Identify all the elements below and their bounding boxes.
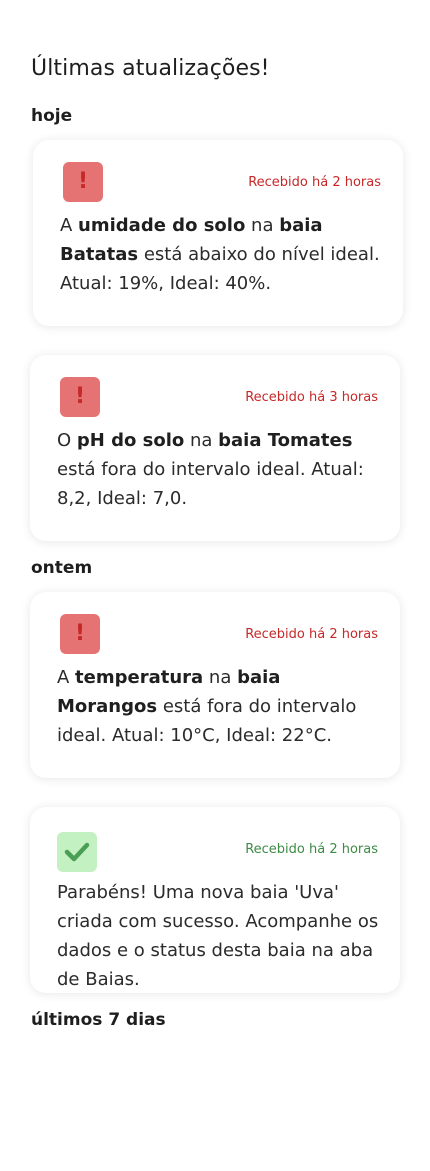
notification-card[interactable]: ! Recebido há 2 horas A temperatura na b… [30, 592, 400, 778]
notification-card[interactable]: ! Recebido há 3 horas O pH do solo na ba… [30, 355, 400, 541]
alert-badge: ! [60, 377, 100, 417]
notification-message: O pH do solo na baia Tomates está fora d… [57, 430, 364, 509]
notification-message: A umidade do solo na baia Batatas está a… [60, 215, 380, 294]
received-time: Recebido há 2 horas [245, 842, 378, 857]
success-badge [57, 832, 97, 872]
exclamation-icon: ! [74, 621, 86, 646]
received-time: Recebido há 2 horas [245, 627, 378, 642]
section-label-yesterday: ontem [31, 558, 93, 578]
notification-card[interactable]: ! Recebido há 2 horas A umidade do solo … [33, 140, 403, 326]
received-time: Recebido há 3 horas [245, 390, 378, 405]
received-time: Recebido há 2 horas [248, 175, 381, 190]
section-label-last-7-days: últimos 7 dias [31, 1010, 166, 1030]
notification-card[interactable]: Recebido há 2 horas Parabéns! Uma nova b… [30, 807, 400, 993]
alert-badge: ! [60, 614, 100, 654]
exclamation-icon: ! [74, 384, 86, 409]
notification-message: Parabéns! Uma nova baia 'Uva' criada com… [57, 882, 379, 990]
page-title: Últimas atualizações! [31, 56, 270, 81]
exclamation-icon: ! [77, 169, 89, 194]
alert-badge: ! [63, 162, 103, 202]
check-icon [64, 842, 90, 862]
notification-message: A temperatura na baia Morangos está fora… [57, 667, 357, 746]
section-label-today: hoje [31, 106, 73, 126]
